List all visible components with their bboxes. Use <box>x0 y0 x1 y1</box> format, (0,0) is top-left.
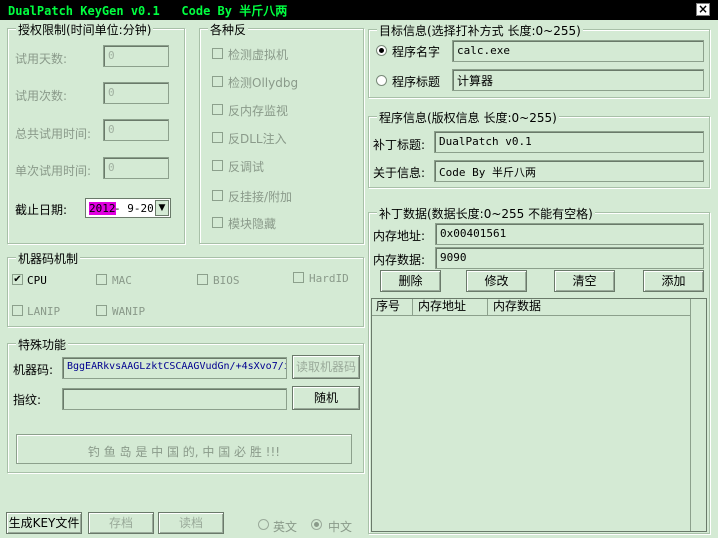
trial-count-input[interactable]: 0 <box>103 82 169 104</box>
trial-count-label: 试用次数: <box>15 89 68 103</box>
machine-label-mac: MAC <box>112 274 132 287</box>
list-header: 序号 内存地址 内存数据 <box>372 299 690 316</box>
deadline-date-picker[interactable]: 2012 - 9-20 ▼ <box>85 198 171 218</box>
close-button[interactable]: × <box>696 3 710 16</box>
patch-title-label: 补丁标题: <box>373 138 426 152</box>
patch-data-legend: 补丁数据(数据长度:0~255 不能有空格) <box>377 205 595 222</box>
generate-key-button[interactable]: 生成KEY文件 <box>6 512 82 534</box>
title-bar: DualPatch KeyGen v0.1 Code By 半斤八两 × <box>0 0 718 20</box>
lang-english-label: 英文 <box>273 520 298 534</box>
machine-checkbox-hardid[interactable] <box>293 272 304 283</box>
fingerprint-label: 指纹: <box>13 393 42 407</box>
anti-checkbox-0[interactable] <box>212 48 223 59</box>
column-header-index[interactable]: 序号 <box>372 299 413 315</box>
list-scrollbar[interactable] <box>690 299 706 531</box>
anti-label-5: 反挂接/附加 <box>228 190 293 204</box>
anti-checkbox-3[interactable] <box>212 132 223 143</box>
random-button[interactable]: 随机 <box>292 386 360 410</box>
main-window: DualPatch KeyGen v0.1 Code By 半斤八两 × 授权限… <box>0 0 718 538</box>
modify-button[interactable]: 修改 <box>466 270 527 292</box>
auth-group-legend: 授权限制(时间单位:分钟) <box>16 21 154 38</box>
anti-checkbox-5[interactable] <box>212 190 223 201</box>
deadline-label: 截止日期: <box>15 203 68 217</box>
deadline-year: 2012 <box>89 202 116 215</box>
single-time-input[interactable]: 0 <box>103 157 169 179</box>
save-button[interactable]: 存档 <box>88 512 154 534</box>
memory-address-input[interactable]: 0x00401561 <box>435 223 704 245</box>
target-group-legend: 目标信息(选择打补方式 长度:0~255) <box>377 22 583 39</box>
machine-group: 机器码机制 <box>7 250 364 327</box>
lang-english-radio[interactable] <box>258 519 269 530</box>
about-info-label: 关于信息: <box>373 166 426 180</box>
anti-label-1: 检测Ollydbg <box>228 76 299 90</box>
program-name-radio[interactable] <box>376 45 387 56</box>
program-name-label: 程序名字 <box>392 45 441 59</box>
machine-label-cpu: CPU <box>27 274 47 287</box>
lang-chinese-radio[interactable] <box>311 519 322 530</box>
machine-code-input[interactable]: BggEARkvsAAGLzktCSCAAGVudGn/+4sXvo7/i <box>62 357 287 379</box>
total-time-label: 总共试用时间: <box>15 127 92 141</box>
fingerprint-input[interactable] <box>62 388 287 410</box>
delete-button[interactable]: 删除 <box>380 270 441 292</box>
trial-days-label: 试用天数: <box>15 52 68 66</box>
single-time-label: 单次试用时间: <box>15 164 92 178</box>
window-title: DualPatch KeyGen v0.1 Code By 半斤八两 <box>8 4 288 18</box>
machine-checkbox-bios[interactable] <box>197 274 208 285</box>
anti-checkbox-6[interactable] <box>212 217 223 228</box>
machine-checkbox-mac[interactable] <box>96 274 107 285</box>
read-machine-code-button[interactable]: 读取机器码 <box>292 355 360 379</box>
chevron-down-icon[interactable]: ▼ <box>155 200 169 216</box>
anti-checkbox-2[interactable] <box>212 104 223 115</box>
memory-data-input[interactable]: 9090 <box>435 247 704 269</box>
machine-label-bios: BIOS <box>213 274 240 287</box>
anti-group-legend: 各种反 <box>208 21 249 38</box>
column-header-address[interactable]: 内存地址 <box>414 299 488 315</box>
machine-label-lanip: LANIP <box>27 305 61 318</box>
lang-chinese-label: 中文 <box>328 520 353 534</box>
about-info-input[interactable]: Code By 半斤八两 <box>434 160 704 182</box>
memory-address-label: 内存地址: <box>373 229 426 243</box>
trial-days-input[interactable]: 0 <box>103 45 169 67</box>
slogan-text: 钓 鱼 岛 是 中 国 的, 中 国 必 胜 !!! <box>87 445 281 459</box>
program-info-legend: 程序信息(版权信息 长度:0~255) <box>377 109 559 126</box>
anti-checkbox-1[interactable] <box>212 76 223 87</box>
anti-label-4: 反调试 <box>228 160 265 174</box>
slogan-banner: 钓 鱼 岛 是 中 国 的, 中 国 必 胜 !!! <box>16 434 352 464</box>
deadline-rest: - 9-20 <box>114 202 154 215</box>
anti-label-0: 检测虚拟机 <box>228 48 289 62</box>
special-group-legend: 特殊功能 <box>16 336 69 353</box>
anti-label-6: 模块隐藏 <box>228 217 277 231</box>
machine-code-label: 机器码: <box>13 363 54 377</box>
load-button[interactable]: 读档 <box>158 512 224 534</box>
anti-label-3: 反DLL注入 <box>228 132 287 146</box>
machine-checkbox-cpu[interactable]: ✔ <box>12 274 23 285</box>
total-time-input[interactable]: 0 <box>103 119 169 141</box>
machine-checkbox-wanip[interactable] <box>96 305 107 316</box>
memory-data-label: 内存数据: <box>373 253 426 267</box>
machine-label-wanip: WANIP <box>112 305 146 318</box>
patch-title-input[interactable]: DualPatch v0.1 <box>434 131 704 153</box>
patch-list[interactable]: 序号 内存地址 内存数据 <box>371 298 707 532</box>
program-name-input[interactable]: calc.exe <box>452 40 704 62</box>
machine-checkbox-lanip[interactable] <box>12 305 23 316</box>
machine-label-hardid: HardID <box>309 272 349 285</box>
machine-group-legend: 机器码机制 <box>16 250 81 267</box>
column-header-data[interactable]: 内存数据 <box>489 299 690 315</box>
add-button[interactable]: 添加 <box>643 270 704 292</box>
clear-button[interactable]: 清空 <box>554 270 615 292</box>
program-caption-input[interactable]: 计算器 <box>452 69 704 91</box>
anti-checkbox-4[interactable] <box>212 160 223 171</box>
program-caption-label: 程序标题 <box>392 75 441 89</box>
program-caption-radio[interactable] <box>376 75 387 86</box>
anti-label-2: 反内存监视 <box>228 104 289 118</box>
